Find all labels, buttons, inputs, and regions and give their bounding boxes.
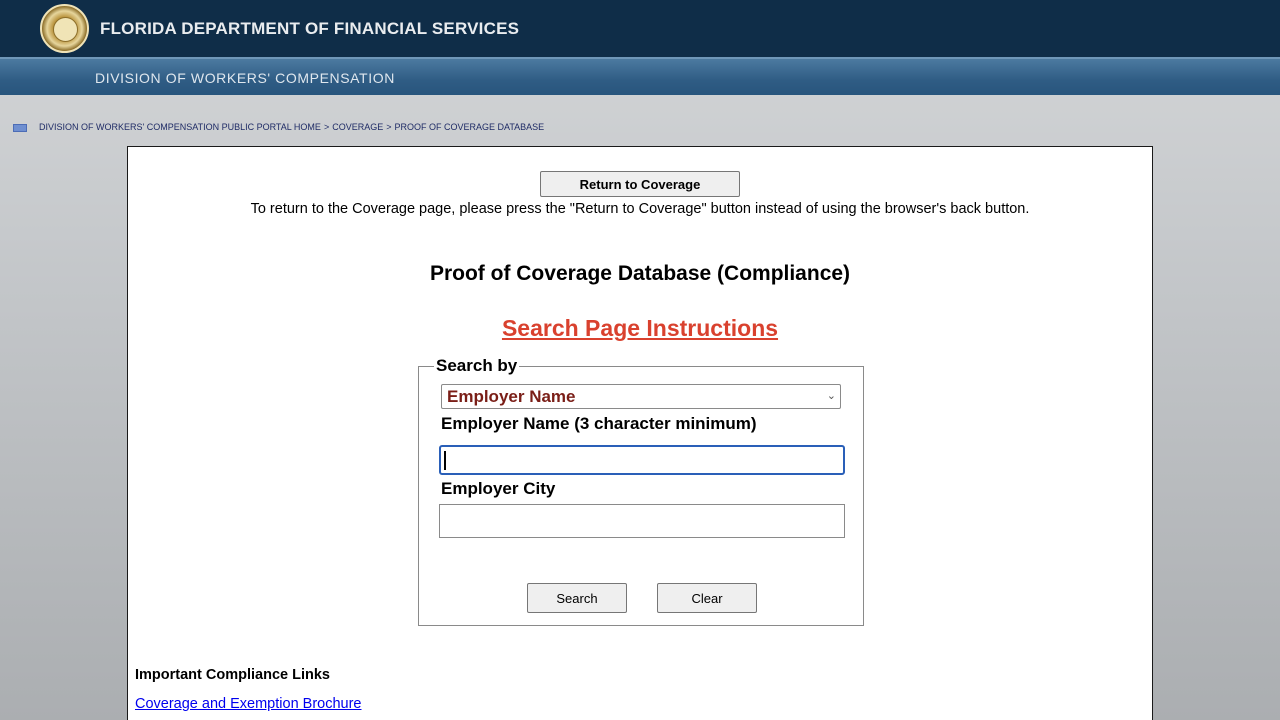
- text-caret: [444, 451, 446, 470]
- page-title: Proof of Coverage Database (Compliance): [429, 262, 851, 285]
- state-seal-icon: [40, 4, 89, 53]
- agency-header: FLORIDA DEPARTMENT OF FINANCIAL SERVICES: [0, 0, 1280, 57]
- chevron-down-icon: ⌄: [826, 390, 836, 402]
- search-by-legend: Search by: [434, 356, 520, 376]
- employer-name-label: Employer Name (3 character minimum): [441, 414, 757, 433]
- employer-city-input[interactable]: [439, 504, 845, 538]
- search-by-selected-value: Employer Name: [447, 387, 576, 406]
- return-note: To return to the Coverage page, please p…: [250, 201, 1030, 217]
- division-title: DIVISION OF WORKERS' COMPENSATION: [95, 70, 395, 86]
- breadcrumb: DIVISION OF WORKERS' COMPENSATION PUBLIC…: [39, 122, 544, 132]
- compliance-links-heading: Important Compliance Links: [135, 667, 330, 683]
- search-by-select[interactable]: Employer Name ⌄: [441, 384, 841, 409]
- breadcrumb-separator: >: [323, 122, 330, 132]
- content-panel: Return to Coverage To return to the Cove…: [127, 146, 1153, 720]
- agency-title: FLORIDA DEPARTMENT OF FINANCIAL SERVICES: [100, 19, 520, 38]
- employer-name-input[interactable]: [439, 445, 845, 475]
- division-header: DIVISION OF WORKERS' COMPENSATION: [0, 57, 1280, 95]
- search-button[interactable]: Search: [527, 583, 627, 613]
- employer-city-label: Employer City: [441, 479, 556, 498]
- coverage-brochure-link[interactable]: Coverage and Exemption Brochure: [135, 696, 362, 712]
- breadcrumb-separator: >: [386, 122, 392, 132]
- breadcrumb-item-current: PROOF OF COVERAGE DATABASE: [394, 122, 545, 132]
- breadcrumb-icon: [13, 124, 27, 132]
- search-by-fieldset: Search by Employer Name ⌄ Employer Name …: [418, 356, 864, 626]
- return-to-coverage-button[interactable]: Return to Coverage: [540, 171, 740, 197]
- search-instructions-link[interactable]: Search Page Instructions: [128, 315, 1152, 342]
- breadcrumb-item-portal-home[interactable]: DIVISION OF WORKERS' COMPENSATION PUBLIC…: [39, 122, 321, 132]
- clear-button[interactable]: Clear: [657, 583, 757, 613]
- breadcrumb-item-coverage[interactable]: COVERAGE: [332, 122, 383, 132]
